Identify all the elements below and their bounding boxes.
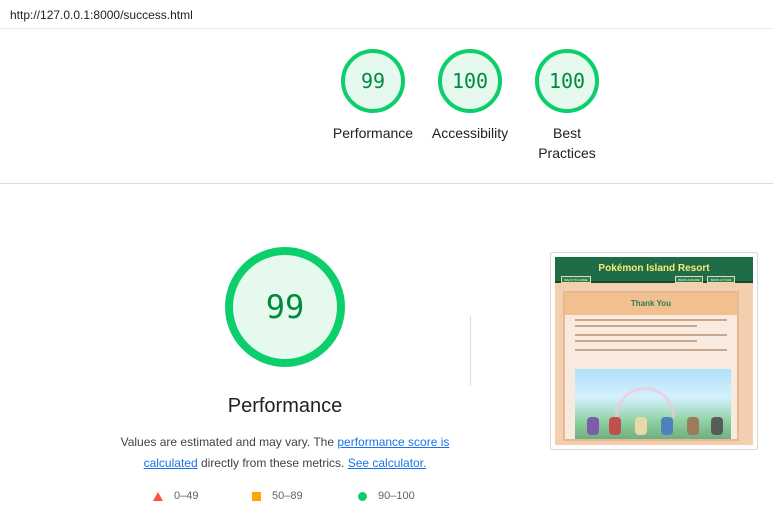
screenshot-text-line — [575, 334, 727, 336]
category-summary: 99 Performance 100 Accessibility 100 Bes… — [0, 29, 773, 184]
screenshot-nav-tour: BOOK A TOUR — [707, 276, 735, 283]
score-legend: 0–49 50–89 90–100 — [150, 490, 450, 506]
legend-fail-label: 0–49 — [174, 490, 199, 502]
gauge-best-practices-label: Best Practices — [538, 125, 596, 161]
gauge-accessibility-label: Accessibility — [431, 125, 509, 141]
legend-pass-label: 90–100 — [378, 490, 415, 502]
performance-description: Values are estimated and may vary. The p… — [115, 432, 455, 474]
character-figure — [687, 417, 699, 435]
screenshot-nav-home: BACK TO HOME — [561, 276, 591, 283]
gauge-best-practices[interactable]: 100 Best Practices — [517, 49, 617, 163]
screenshot-nav: BACK TO HOME BOOK A ROOM BOOK A TOUR — [555, 276, 753, 284]
address-bar[interactable]: http://127.0.0.1:8000/success.html — [0, 0, 773, 29]
fail-triangle-icon — [153, 491, 163, 501]
screenshot-illustration — [575, 369, 731, 439]
gauge-performance-label: Performance — [332, 125, 414, 141]
screenshot-content: Pokémon Island Resort BACK TO HOME BOOK … — [555, 257, 753, 445]
character-figure — [635, 417, 647, 435]
url-text: http://127.0.0.1:8000/success.html — [10, 8, 193, 22]
rainbow-shape — [615, 387, 675, 417]
final-screenshot-thumbnail[interactable]: Pokémon Island Resort BACK TO HOME BOOK … — [550, 252, 758, 450]
performance-title: Performance — [227, 395, 343, 417]
desc-prefix: Values are estimated and may vary. The — [120, 435, 338, 449]
screenshot-card: Thank You — [563, 291, 739, 441]
screenshot-text-line — [575, 319, 727, 321]
screenshot-nav-room: BOOK A ROOM — [675, 276, 703, 283]
vertical-divider — [470, 316, 471, 386]
character-figure — [661, 417, 673, 435]
character-figure — [609, 417, 621, 435]
gauge-performance-score: 99 — [341, 49, 405, 113]
screenshot-text-line — [575, 325, 697, 327]
legend-pass: 90–100 — [358, 490, 415, 502]
character-figure — [587, 417, 599, 435]
calculator-link[interactable]: See calculator. — [348, 456, 427, 470]
gauge-performance[interactable]: 99 Performance — [323, 49, 423, 143]
screenshot-heading: Thank You — [565, 293, 737, 315]
performance-main-gauge: 99 — [225, 247, 345, 367]
average-square-icon — [252, 491, 261, 501]
legend-average-label: 50–89 — [272, 490, 303, 502]
gauge-best-practices-score: 100 — [535, 49, 599, 113]
desc-middle: directly from these metrics. — [197, 456, 348, 470]
pass-circle-icon — [358, 491, 367, 501]
legend-average: 50–89 — [252, 490, 303, 502]
gauge-accessibility[interactable]: 100 Accessibility — [420, 49, 520, 143]
screenshot-text-line — [575, 340, 697, 342]
screenshot-text-line — [575, 349, 727, 351]
character-figure — [711, 417, 723, 435]
gauge-accessibility-score: 100 — [438, 49, 502, 113]
legend-fail: 0–49 — [153, 490, 198, 502]
